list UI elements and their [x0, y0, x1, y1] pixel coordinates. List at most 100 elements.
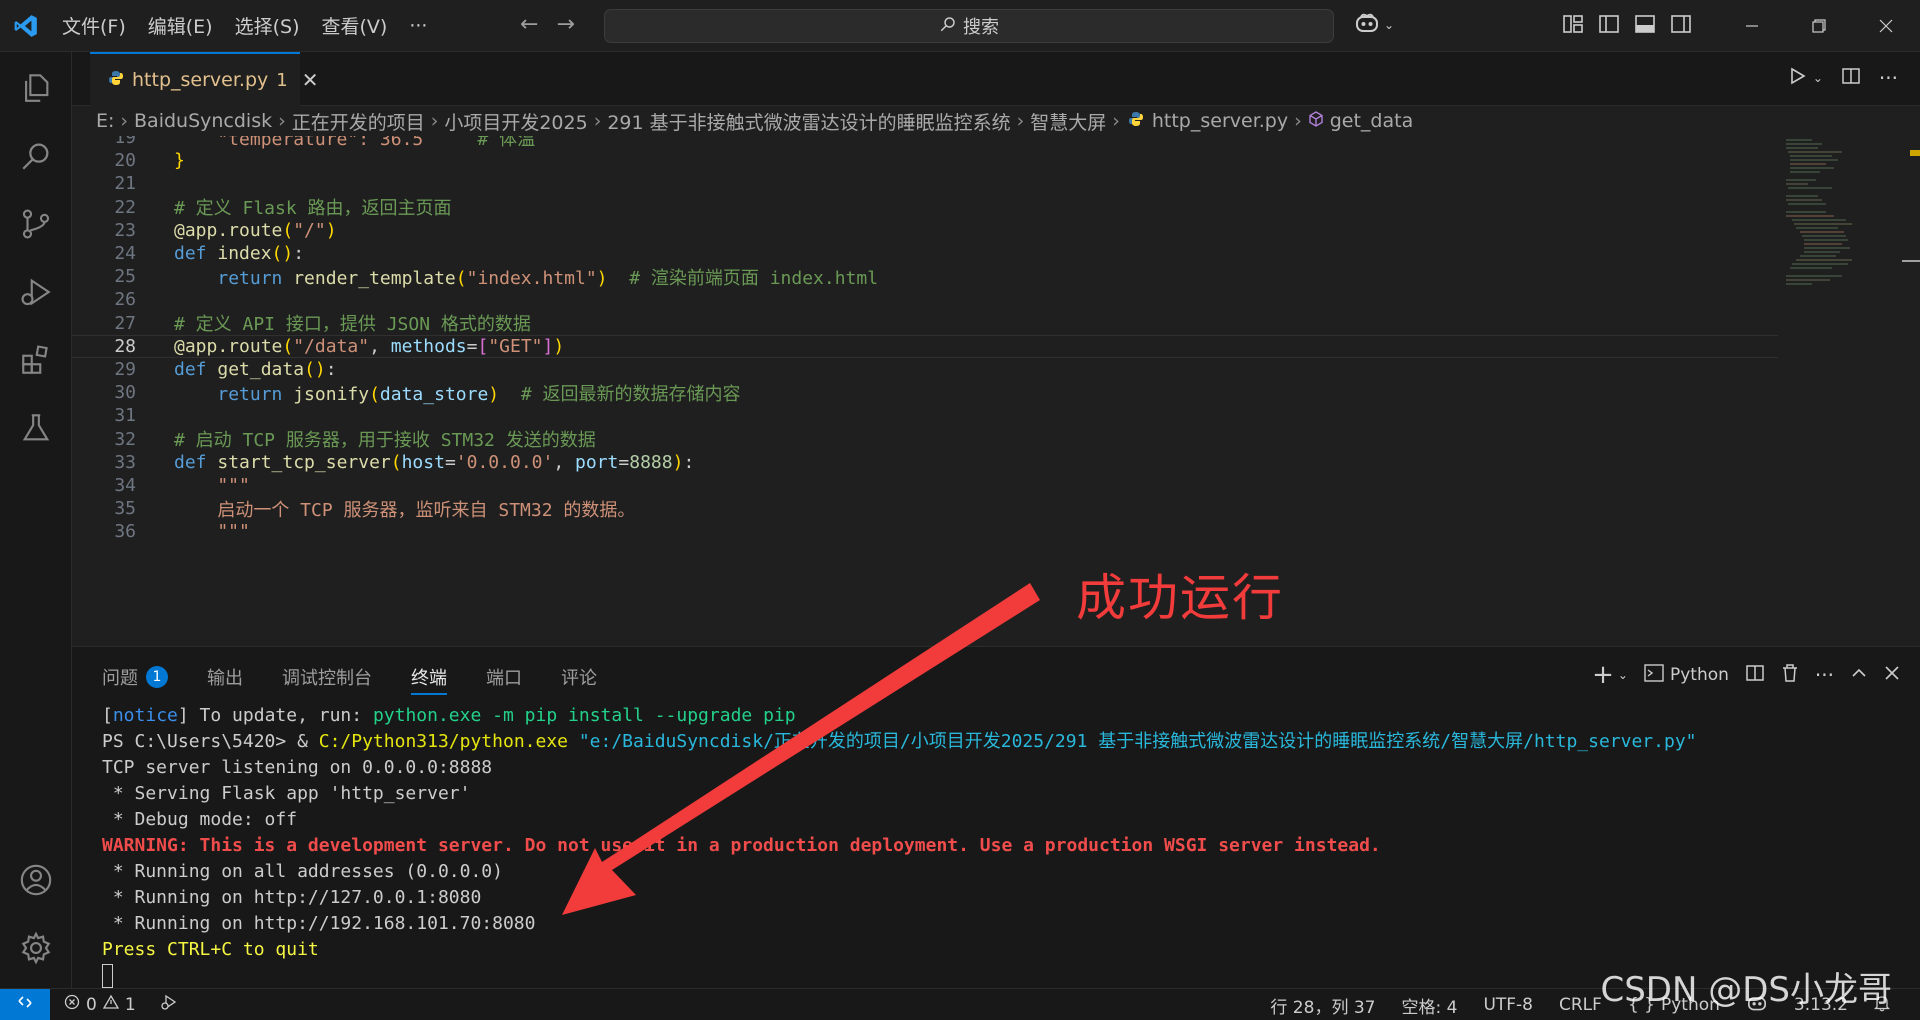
- run-and-debug-icon[interactable]: [14, 270, 58, 314]
- editor-scrollbar[interactable]: [1902, 136, 1920, 646]
- title-bar: 文件(F) 编辑(E) 选择(S) 查看(V) ··· ← → 搜索 ⌄: [0, 0, 1920, 52]
- close-panel-icon[interactable]: [1884, 665, 1900, 685]
- menu-item[interactable]: 查看(V): [312, 6, 398, 45]
- tab-terminal[interactable]: 终端: [411, 647, 466, 707]
- tab-debug-console[interactable]: 调试控制台: [282, 647, 391, 707]
- code-line[interactable]: 21: [72, 172, 1778, 195]
- terminal-cursor: [102, 964, 113, 988]
- breadcrumb-item[interactable]: E:: [96, 110, 114, 132]
- testing-flask-icon[interactable]: [14, 406, 58, 450]
- code-line[interactable]: 20}: [72, 149, 1778, 172]
- run-python-file-icon[interactable]: [1787, 66, 1807, 90]
- breadcrumb-item[interactable]: 智慧大屏: [1030, 108, 1106, 135]
- breadcrumb-item[interactable]: BaiduSyncdisk: [134, 110, 272, 132]
- code-line[interactable]: 34 """: [72, 474, 1778, 497]
- split-editor-icon[interactable]: [1841, 66, 1861, 90]
- error-icon: [64, 994, 80, 1015]
- tab-label: 输出: [207, 668, 243, 689]
- code-line[interactable]: 32 # 启动 TCP 服务器，用于接收 STM32 发送的数据: [72, 426, 1778, 452]
- command-center-search[interactable]: 搜索: [604, 9, 1334, 43]
- minimize-button[interactable]: [1718, 0, 1785, 52]
- code-line[interactable]: 31: [72, 404, 1778, 427]
- breadcrumb-item[interactable]: 291 基于非接触式微波雷达设计的睡眠监控系统: [607, 108, 1010, 135]
- breadcrumb-item[interactable]: get_data: [1330, 110, 1414, 132]
- code-line[interactable]: 29 def get_data():: [72, 358, 1778, 381]
- code-line[interactable]: 19 "temperature": 36.5 # 体温: [72, 136, 1778, 150]
- line-number: 21: [114, 173, 136, 195]
- code-token: 8888: [629, 451, 673, 473]
- code-line[interactable]: 35 启动一个 TCP 服务器，监听来自 STM32 的数据。: [72, 497, 1778, 521]
- code-editor[interactable]: 19 "temperature": 36.5 # 体温 20} 21 22 # 定义 F…: [72, 136, 1920, 646]
- breadcrumb-item[interactable]: 正在开发的项目: [292, 108, 425, 135]
- encoding[interactable]: UTF-8: [1483, 995, 1533, 1015]
- code-text: }: [174, 150, 185, 171]
- terminal-shell-selector[interactable]: Python: [1644, 664, 1729, 686]
- customize-layout-icon[interactable]: [1562, 14, 1584, 38]
- restore-button[interactable]: [1785, 0, 1852, 52]
- code-token: data_store: [379, 383, 489, 405]
- new-terminal-plus-icon[interactable]: +: [1592, 662, 1614, 688]
- indentation[interactable]: 空格: 4: [1401, 993, 1457, 1018]
- code-line[interactable]: 27 # 定义 API 接口，提供 JSON 格式的数据: [72, 312, 1778, 336]
- back-arrow-icon[interactable]: ←: [520, 12, 538, 37]
- toggle-panel-icon[interactable]: [1634, 14, 1656, 38]
- breadcrumb-item[interactable]: http_server.py: [1152, 110, 1288, 132]
- remote-indicator[interactable]: [0, 988, 50, 1020]
- code-line[interactable]: 30 return jsonify(data_store) # 返回最新的数据存…: [72, 381, 1778, 405]
- forward-arrow-icon[interactable]: →: [556, 12, 574, 37]
- terminal-icon: [1644, 664, 1664, 686]
- more-actions-icon[interactable]: ···: [1815, 663, 1834, 687]
- extensions-icon[interactable]: [14, 338, 58, 382]
- code-text: # 启动 TCP 服务器，用于接收 STM32 发送的数据: [174, 426, 596, 452]
- close-window-button[interactable]: [1852, 0, 1919, 52]
- line-number: 19: [114, 136, 136, 149]
- accounts-icon[interactable]: [14, 858, 58, 902]
- code-line[interactable]: 24 def index():: [72, 242, 1778, 265]
- search-label: 搜索: [963, 17, 999, 38]
- code-line[interactable]: 28 @app.route("/data", methods=["GET"]): [72, 334, 1778, 358]
- menu-item[interactable]: 文件(F): [52, 6, 136, 45]
- trash-icon[interactable]: [1781, 663, 1799, 687]
- tab-comments[interactable]: 评论: [561, 647, 616, 707]
- terminal-line: Press CTRL+C to quit: [102, 937, 1902, 963]
- code-line[interactable]: 23 @app.route("/"): [72, 219, 1778, 242]
- terminal-line: * Serving Flask app 'http_server': [102, 781, 1902, 807]
- terminal-output[interactable]: [notice] To update, run: python.exe -m p…: [102, 703, 1902, 989]
- menu-item[interactable]: ···: [399, 9, 437, 43]
- split-terminal-icon[interactable]: [1745, 663, 1765, 687]
- code-text: @app.route("/data", methods=["GET"]): [174, 336, 564, 357]
- settings-gear-icon[interactable]: [14, 926, 58, 970]
- code-line[interactable]: 36 """: [72, 520, 1778, 543]
- explorer-icon[interactable]: [14, 66, 58, 110]
- cursor-position[interactable]: 行 28，列 37: [1270, 993, 1375, 1018]
- debug-status-icon[interactable]: [160, 993, 178, 1016]
- code-line[interactable]: 26: [72, 288, 1778, 311]
- copilot-button[interactable]: ⌄: [1354, 12, 1394, 38]
- warning-icon: [102, 994, 119, 1015]
- menu-item[interactable]: 编辑(E): [138, 6, 223, 45]
- close-tab-icon[interactable]: ✕: [302, 68, 319, 92]
- end-of-line[interactable]: CRLF: [1559, 995, 1602, 1015]
- maximize-panel-chevron-up-icon[interactable]: [1850, 664, 1868, 686]
- minimap[interactable]: [1782, 136, 1886, 646]
- toggle-secondary-sidebar-icon[interactable]: [1670, 14, 1692, 38]
- tab-http-server[interactable]: http_server.py 1 ✕: [90, 52, 318, 106]
- tab-output[interactable]: 输出: [207, 647, 262, 707]
- chevron-down-icon[interactable]: ⌄: [1618, 668, 1628, 682]
- search-sidebar-icon[interactable]: [14, 134, 58, 178]
- run-options-chevron-icon[interactable]: ⌄: [1813, 71, 1823, 85]
- toggle-primary-sidebar-icon[interactable]: [1598, 14, 1620, 38]
- terminal-line: * Running on all addresses (0.0.0.0): [102, 859, 1902, 885]
- code-line[interactable]: 25 return render_template("index.html") …: [72, 265, 1778, 289]
- line-number: 24: [114, 243, 136, 265]
- breadcrumb-item[interactable]: 小项目开发2025: [444, 108, 587, 135]
- problems-indicator[interactable]: 0 1: [64, 993, 178, 1016]
- code-line[interactable]: 33 def start_tcp_server(host='0.0.0.0', p…: [72, 451, 1778, 474]
- menu-item[interactable]: 选择(S): [225, 6, 310, 45]
- more-actions-icon[interactable]: ···: [1879, 66, 1898, 90]
- tab-problems[interactable]: 问题 1: [102, 647, 187, 707]
- tab-ports[interactable]: 端口: [486, 647, 541, 707]
- chevron-right-icon: ›: [1016, 110, 1025, 132]
- code-line[interactable]: 22 # 定义 Flask 路由，返回主页面: [72, 196, 1778, 220]
- source-control-icon[interactable]: [14, 202, 58, 246]
